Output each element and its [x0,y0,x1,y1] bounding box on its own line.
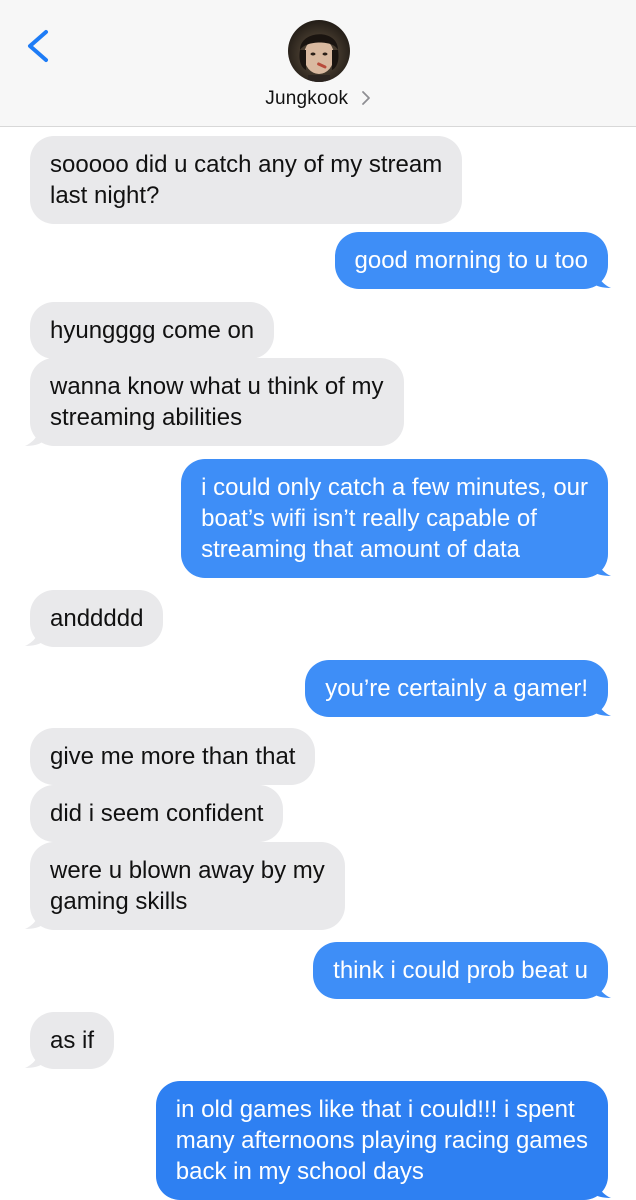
message-bubble-incoming[interactable]: hyungggg come on [30,302,275,359]
back-button[interactable] [18,22,58,70]
chevron-right-icon [361,91,370,106]
message-line: back in my school days [175,1158,424,1185]
contact-name: Jungkook [265,88,349,109]
message-bubble-incoming[interactable]: give me more than that [30,728,316,785]
message-bubble-incoming[interactable]: sooooo did u catch any of my stream last… [30,136,463,224]
message-line: streaming that amount of data [201,536,520,563]
message-line: last night? [50,182,160,209]
bubble-tail [594,1174,611,1198]
message-line: give me more than that [50,743,296,770]
message-line: sooooo did u catch any of my stream [50,151,443,178]
message-line: in old games like that i could!!! i spen… [175,1096,575,1123]
message-bubble-outgoing[interactable]: good morning to u too [334,232,608,289]
bubble-tail [594,552,611,576]
message-bubble-incoming[interactable]: wanna know what u think of my streaming … [30,358,404,446]
message-line: did i seem confident [50,800,264,827]
message-line: good morning to u too [354,247,589,274]
bubble-tail [25,422,42,446]
bubble-tail [594,974,611,998]
message-bubble-incoming[interactable]: were u blown away by my gaming skills [30,842,345,930]
conversation-header: Jungkook [0,0,636,127]
message-line: wanna know what u think of my [50,373,384,400]
bubble-tail [25,622,42,646]
bubble-tail [594,264,611,288]
bubble-tail [25,905,42,929]
message-line: think i could prob beat u [333,957,588,984]
avatar-photo [288,20,350,82]
message-bubble-outgoing[interactable]: you’re certainly a gamer! [305,660,608,717]
contact-name-button[interactable]: Jungkook [0,88,636,110]
contact-avatar[interactable] [288,20,350,82]
message-bubble-incoming[interactable]: did i seem confident [30,785,284,842]
message-line: streaming abilities [50,404,243,431]
bubble-tail [594,692,611,716]
message-bubble-incoming[interactable]: anddddd [30,590,164,647]
message-line: were u blown away by my [50,857,325,884]
message-line: you’re certainly a gamer! [325,675,588,702]
message-line: i could only catch a few minutes, our [201,474,588,501]
message-line: hyungggg come on [50,317,255,344]
message-bubble-outgoing[interactable]: i could only catch a few minutes, our bo… [181,459,608,578]
message-line: many afternoons playing racing games [175,1127,588,1154]
message-line: as if [50,1027,95,1054]
bubble-tail [25,1044,42,1068]
message-line: anddddd [50,605,144,632]
messages-screen: Jungkook sooooo did u catch any of my st… [0,0,636,1200]
message-bubble-incoming[interactable]: as if [30,1012,115,1069]
chevron-left-icon [28,30,48,62]
message-bubble-outgoing[interactable]: in old games like that i could!!! i spen… [155,1081,608,1200]
message-line: boat’s wifi isn’t really capable of [201,505,537,532]
message-bubble-outgoing[interactable]: think i could prob beat u [313,942,608,999]
message-line: gaming skills [50,888,188,915]
